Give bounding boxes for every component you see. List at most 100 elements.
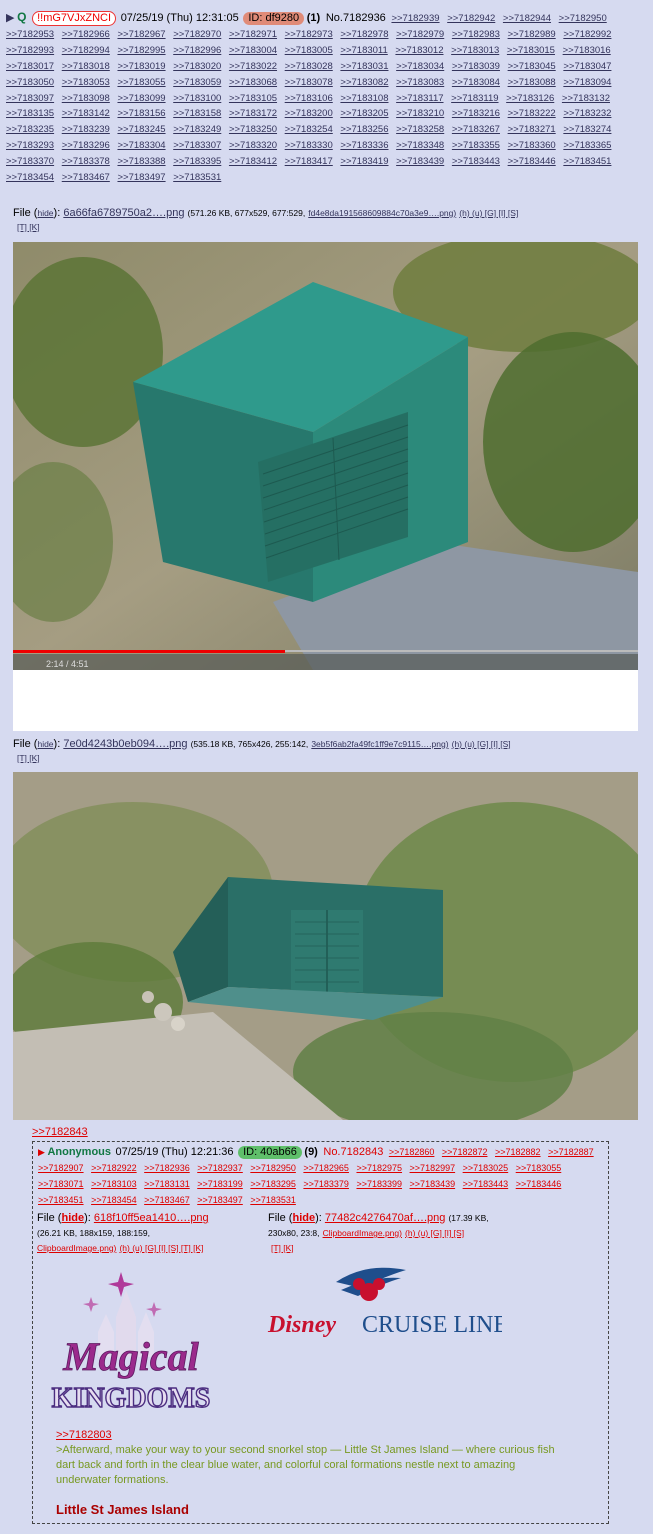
backlink[interactable]: >>7183099 <box>117 93 165 104</box>
backlink[interactable]: >>7183250 <box>229 124 277 135</box>
post-image-2[interactable] <box>13 772 638 1120</box>
reply-backlink[interactable]: >>7183443 <box>463 1179 509 1189</box>
backlink[interactable]: >>7183296 <box>62 140 110 151</box>
backlink[interactable]: >>7183307 <box>173 140 221 151</box>
reply-backlink[interactable]: >>7182887 <box>548 1147 594 1157</box>
backlink[interactable]: >>7183031 <box>340 61 388 72</box>
backlink[interactable]: >>7183267 <box>452 124 500 135</box>
poster-id-badge[interactable]: ID: df9280 <box>243 12 305 25</box>
file-name-link[interactable]: 6a66fa6789750a2….png <box>63 207 184 219</box>
backlink[interactable]: >>7183055 <box>117 77 165 88</box>
reply-backlink[interactable]: >>7183131 <box>144 1179 190 1189</box>
reply-backlink[interactable]: >>7183454 <box>91 1195 137 1205</box>
backlink[interactable]: >>7182950 <box>559 13 607 24</box>
backlink[interactable]: >>7183254 <box>285 124 333 135</box>
backlink[interactable]: >>7183022 <box>229 61 277 72</box>
reply-backlink[interactable]: >>7182965 <box>303 1163 349 1173</box>
disney-cruise-line-image[interactable]: Disney CRUISE LINE <box>266 1262 508 1342</box>
file-tools[interactable]: (h) (u) [G] [I] [S] [T] [K] <box>119 1243 203 1253</box>
backlink[interactable]: >>7183016 <box>563 45 611 56</box>
reply-backlink[interactable]: >>7182872 <box>442 1147 488 1157</box>
backlink[interactable]: >>7182996 <box>173 45 221 56</box>
backlink[interactable]: >>7183015 <box>507 45 555 56</box>
backlink[interactable]: >>7183360 <box>508 140 556 151</box>
post-image-1[interactable]: 2:14 / 4:51 <box>13 242 638 731</box>
backlink[interactable]: >>7182939 <box>391 13 439 24</box>
backlink[interactable]: >>7182993 <box>6 45 54 56</box>
quoted-post-link[interactable]: >>7182843 <box>32 1126 88 1138</box>
backlink[interactable]: >>7183142 <box>62 108 110 119</box>
hide-file-link[interactable]: hide <box>37 208 53 218</box>
backlink[interactable]: >>7182979 <box>396 29 444 40</box>
backlink[interactable]: >>7183172 <box>229 108 277 119</box>
file-name-link[interactable]: 7e0d4243b0eb094….png <box>63 738 187 750</box>
backlink[interactable]: >>7183019 <box>117 61 165 72</box>
file-name-link[interactable]: 618f10ff5ea1410….png <box>94 1212 209 1224</box>
backlink[interactable]: >>7183050 <box>6 77 54 88</box>
backlink[interactable]: >>7182971 <box>229 29 277 40</box>
reply-backlink[interactable]: >>7183103 <box>91 1179 137 1189</box>
backlink[interactable]: >>7183454 <box>6 172 54 183</box>
original-filename-link[interactable]: ClipboardImage.png) <box>37 1243 116 1253</box>
backlink[interactable]: >>7183108 <box>340 93 388 104</box>
backlink[interactable]: >>7182944 <box>503 13 551 24</box>
backlink[interactable]: >>7182978 <box>340 29 388 40</box>
file-tools[interactable]: (h) (u) [G] [I] [S] <box>459 208 518 218</box>
reply-backlink[interactable]: >>7182950 <box>250 1163 296 1173</box>
hide-file-link[interactable]: hide <box>37 739 53 749</box>
backlink[interactable]: >>7183117 <box>396 93 443 104</box>
backlink[interactable]: >>7183439 <box>396 156 444 167</box>
backlink[interactable]: >>7183088 <box>508 77 556 88</box>
backlink[interactable]: >>7183222 <box>508 108 556 119</box>
original-filename-link[interactable]: ClipboardImage.png) <box>323 1228 402 1238</box>
backlink[interactable]: >>7183232 <box>563 108 611 119</box>
backlink[interactable]: >>7183336 <box>340 140 388 151</box>
reply-backlink[interactable]: >>7182936 <box>144 1163 190 1173</box>
backlink[interactable]: >>7183034 <box>396 61 444 72</box>
backlink[interactable]: >>7182970 <box>173 29 221 40</box>
file-tools-2[interactable]: [T] [K] <box>17 222 40 232</box>
backlink[interactable]: >>7183078 <box>285 77 333 88</box>
backlink[interactable]: >>7183047 <box>563 61 611 72</box>
backlink[interactable]: >>7183135 <box>6 108 54 119</box>
reply-backlink[interactable]: >>7183451 <box>38 1195 84 1205</box>
backlink[interactable]: >>7183105 <box>229 93 277 104</box>
backlink[interactable]: >>7183045 <box>508 61 556 72</box>
backlink[interactable]: >>7183348 <box>396 140 444 151</box>
reply-backlink[interactable]: >>7182907 <box>38 1163 84 1173</box>
quote-link[interactable]: >>7182803 <box>56 1429 112 1441</box>
original-filename-link[interactable]: fd4e8da191568609884c70a3e9….png) <box>308 208 456 218</box>
post-menu-arrow-icon[interactable]: ▶ <box>6 12 14 24</box>
backlink[interactable]: >>7183012 <box>395 45 443 56</box>
magical-kingdoms-image[interactable]: Magical KINGDOMS <box>36 1262 226 1417</box>
backlink[interactable]: >>7183271 <box>508 124 556 135</box>
reply-backlink[interactable]: >>7183379 <box>303 1179 349 1189</box>
backlink[interactable]: >>7183245 <box>117 124 165 135</box>
backlink[interactable]: >>7183258 <box>396 124 444 135</box>
reply-id-badge[interactable]: ID: 40ab66 <box>238 1146 302 1159</box>
reply-backlink[interactable]: >>7183025 <box>463 1163 509 1173</box>
backlink[interactable]: >>7183497 <box>117 172 165 183</box>
backlink[interactable]: >>7183119 <box>451 93 498 104</box>
backlink[interactable]: >>7183205 <box>340 108 388 119</box>
backlink[interactable]: >>7183365 <box>563 140 611 151</box>
backlink[interactable]: >>7183011 <box>340 45 387 56</box>
backlink[interactable]: >>7183028 <box>285 61 333 72</box>
backlink[interactable]: >>7183330 <box>285 140 333 151</box>
backlink[interactable]: >>7182992 <box>563 29 611 40</box>
post-number-link[interactable]: No.7182936 <box>326 12 386 24</box>
reply-backlink[interactable]: >>7182975 <box>356 1163 402 1173</box>
backlink[interactable]: >>7182967 <box>117 29 165 40</box>
backlink[interactable]: >>7183395 <box>173 156 221 167</box>
backlink[interactable]: >>7182953 <box>6 29 54 40</box>
backlink[interactable]: >>7183082 <box>340 77 388 88</box>
backlink[interactable]: >>7182973 <box>285 29 333 40</box>
backlink[interactable]: >>7183020 <box>173 61 221 72</box>
backlink[interactable]: >>7182983 <box>452 29 500 40</box>
reply-backlink[interactable]: >>7183199 <box>197 1179 243 1189</box>
original-filename-link[interactable]: 3eb5f6ab2fa49fc1ff9e7c9115….png) <box>311 739 448 749</box>
file-tools-2[interactable]: [T] [K] <box>271 1243 294 1253</box>
backlink[interactable]: >>7183100 <box>173 93 221 104</box>
backlink[interactable]: >>7183053 <box>62 77 110 88</box>
reply-backlink[interactable]: >>7183497 <box>197 1195 243 1205</box>
